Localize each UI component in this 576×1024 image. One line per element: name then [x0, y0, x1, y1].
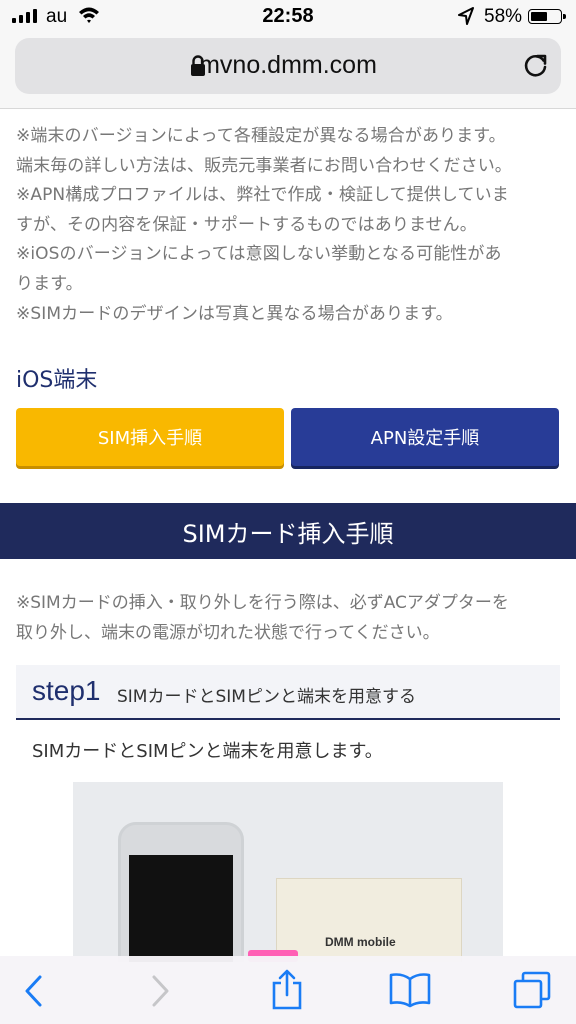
step-photo: DMM mobile [73, 782, 503, 962]
note-line: ※SIMカードのデザインは写真と異なる場合があります。 [16, 303, 453, 324]
sim-card-image: DMM mobile [276, 878, 462, 962]
sim-insert-button[interactable]: SIM挿入手順 [16, 408, 284, 466]
step-header: step1 SIMカードとSIMピンと端末を用意する [16, 665, 560, 720]
tabs-icon[interactable] [512, 970, 552, 1014]
phone-image [118, 822, 244, 962]
battery-icon [528, 9, 566, 24]
browser-address-area: mvno.dmm.com [0, 34, 576, 109]
note-line: 端末毎の詳しい方法は、販売元事業者にお問い合わせください。 [16, 155, 512, 176]
section-title: SIMカード挿入手順 [0, 503, 576, 559]
url-text: mvno.dmm.com [199, 51, 377, 79]
step-number: step1 [32, 675, 101, 706]
address-bar[interactable]: mvno.dmm.com [15, 38, 561, 94]
battery-percent: 58% [484, 6, 523, 27]
location-arrow-icon [458, 7, 474, 30]
notice-line: ※SIMカードの挿入・取り外しを行う際は、必ずACアダプターを [16, 593, 509, 613]
apn-settings-button[interactable]: APN設定手順 [291, 408, 559, 466]
status-bar: au 22:58 58% [0, 0, 576, 34]
browser-toolbar [0, 956, 576, 1024]
notice-line: 取り外し、端末の電源が切れた状態で行ってください。 [16, 622, 440, 643]
book-icon[interactable] [388, 972, 432, 1012]
device-notes: ※端末のバージョンによって各種設定が異なる場合があります。 端末毎の詳しい方法は… [16, 122, 564, 329]
photo-logo: DMM mobile [325, 935, 396, 949]
note-line: すが、その内容を保証・サポートするものではありません。 [16, 214, 477, 235]
note-line: ※iOSのバージョンによっては意図しない挙動となる可能性があ [16, 244, 502, 265]
ios-heading: iOS端末 [16, 368, 98, 393]
chevron-right-icon[interactable] [148, 974, 172, 1012]
step-title: SIMカードとSIMピンと端末を用意する [117, 687, 416, 707]
chevron-left-icon[interactable] [22, 974, 46, 1012]
note-line: ※APN構成プロファイルは、弊社で作成・検証して提供していま [16, 185, 509, 206]
reload-icon[interactable] [523, 52, 549, 84]
note-line: ります。 [16, 273, 83, 294]
step-description: SIMカードとSIMピンと端末を用意します。 [32, 741, 383, 762]
share-icon[interactable] [270, 968, 304, 1014]
note-line: ※端末のバージョンによって各種設定が異なる場合があります。 [16, 126, 506, 146]
sim-notice: ※SIMカードの挿入・取り外しを行う際は、必ずACアダプターを 取り外し、端末の… [16, 589, 564, 648]
